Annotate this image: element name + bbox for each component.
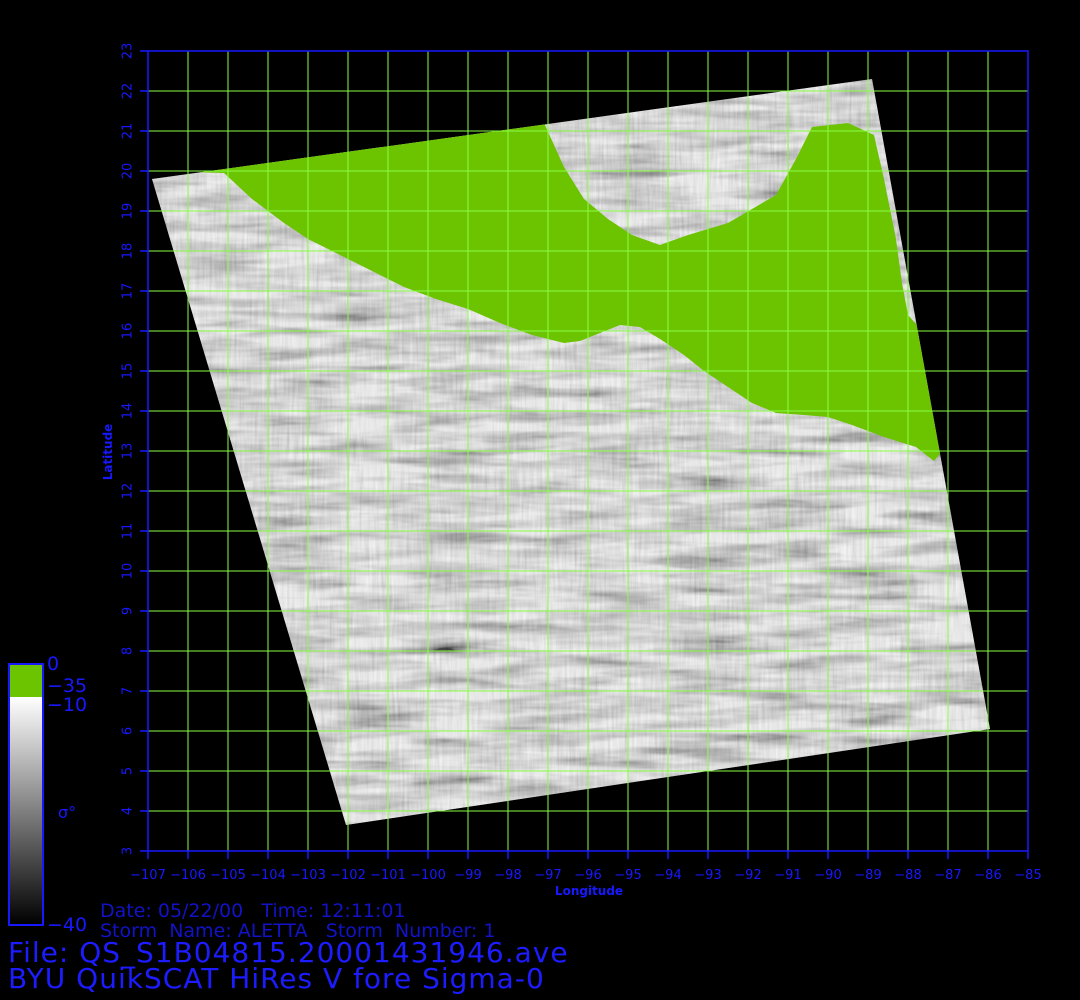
x-tick-label: −107 (130, 868, 166, 883)
x-tick-label: −96 (574, 868, 601, 883)
x-tick-label: −93 (694, 868, 721, 883)
latitude-axis: 3 4 5 6 7 8 9 10 11 12 13 14 15 16 17 18 19 20 21 22 23 (121, 43, 148, 855)
x-tick-label: −88 (894, 868, 921, 883)
y-tick-label: 14 (121, 403, 136, 420)
x-tick-label: −99 (454, 868, 481, 883)
y-tick-label: 5 (121, 767, 136, 775)
x-tick-label: −89 (854, 868, 881, 883)
x-tick-label: −100 (410, 868, 446, 883)
y-tick-label: 23 (121, 43, 136, 60)
product-line: BYU QuikSCAT HiRes V fore Sigma-0 (8, 962, 545, 995)
y-tick-label: 7 (121, 687, 136, 695)
colorbar-units: σ° (58, 803, 77, 822)
y-tick-label: 19 (121, 203, 136, 220)
y-axis-title: Latitude (101, 424, 115, 481)
x-tick-label: −106 (170, 868, 206, 883)
y-tick-label: 22 (121, 83, 136, 100)
y-tick-label: 3 (121, 847, 136, 855)
y-tick-label: 4 (121, 807, 136, 815)
y-tick-label: 18 (121, 243, 136, 260)
lat-lon-grid (147, 50, 1029, 852)
colorbar-land-segment (9, 664, 43, 697)
y-tick-label: 20 (121, 163, 136, 180)
y-tick-label: 6 (121, 727, 136, 735)
colorbar-label-scale-bottom: −40 (47, 914, 88, 936)
y-tick-label: 10 (121, 563, 136, 580)
y-tick-label: 11 (121, 523, 136, 540)
x-tick-label: −90 (814, 868, 841, 883)
x-tick-label: −105 (210, 868, 246, 883)
colorbar-label-scale-top: −10 (47, 694, 88, 716)
x-tick-label: −94 (654, 868, 681, 883)
x-tick-label: −97 (534, 868, 561, 883)
y-tick-label: 9 (121, 607, 136, 615)
colorbar (8, 663, 44, 926)
y-tick-label: 21 (121, 123, 136, 140)
longitude-axis: −107 −106 −105 −104 −103 −102 −101 −100 −99 −98 −9… (130, 851, 1042, 883)
x-tick-label: −91 (774, 868, 801, 883)
x-tick-label: −92 (734, 868, 761, 883)
x-tick-label: −103 (290, 868, 326, 883)
y-tick-label: 16 (121, 323, 136, 340)
x-tick-label: −85 (1014, 868, 1041, 883)
colorbar-gradient (9, 697, 43, 925)
sigma0-map: −107 −106 −105 −104 −103 −102 −101 −100 −99 −98 −9… (8, 43, 1042, 926)
swath-image (152, 79, 990, 825)
date-time-line: Date: 05/22/00 Time: 12:11:01 (100, 900, 406, 922)
y-tick-label: 15 (121, 363, 136, 380)
y-tick-label: 8 (121, 647, 136, 655)
x-tick-label: −104 (250, 868, 286, 883)
x-tick-label: −98 (494, 868, 521, 883)
x-tick-label: −102 (330, 868, 366, 883)
colorbar-label-land-top: 0 (47, 653, 60, 675)
colorbar-label-land-bottom: −35 (47, 675, 88, 697)
y-tick-label: 12 (121, 483, 136, 500)
x-tick-label: −86 (974, 868, 1001, 883)
x-tick-label: −87 (934, 868, 961, 883)
x-tick-label: −101 (370, 868, 406, 883)
x-axis-title: Longitude (555, 884, 623, 898)
y-tick-label: 17 (121, 283, 136, 300)
x-tick-label: −95 (614, 868, 641, 883)
y-tick-label: 13 (121, 443, 136, 460)
